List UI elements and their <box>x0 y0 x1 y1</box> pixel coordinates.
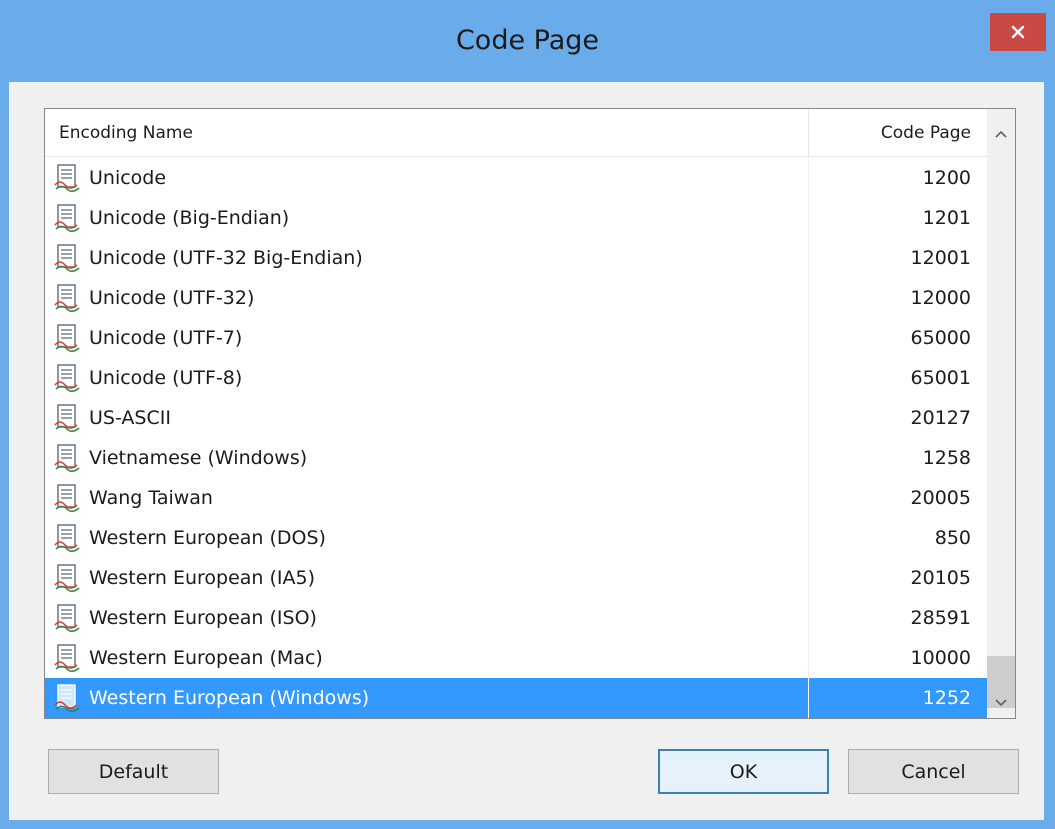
encoding-name-cell: Western European (Mac) <box>45 638 809 678</box>
code-page-cell: 1201 <box>922 207 971 229</box>
encoding-document-icon <box>53 483 83 513</box>
table-row-selected[interactable]: Western European (Windows) 1252 <box>45 678 987 718</box>
close-icon <box>1011 25 1025 39</box>
dialog-body: Encoding Name Code Page Unicode 1200 Unic… <box>9 82 1044 820</box>
code-page-cell: 65001 <box>910 367 971 389</box>
code-page-cell: 1200 <box>922 167 971 189</box>
code-page-cell: 20105 <box>910 567 971 589</box>
encoding-name-cell: Western European (IA5) <box>45 558 809 598</box>
list-header: Encoding Name Code Page <box>45 109 987 157</box>
encoding-name-text: Western European (Windows) <box>89 687 370 709</box>
encoding-name-column-header[interactable]: Encoding Name <box>45 109 809 157</box>
table-row[interactable]: Western European (DOS) 850 <box>45 518 987 558</box>
encoding-document-icon <box>53 563 83 593</box>
encoding-name-cell: US-ASCII <box>45 398 809 438</box>
encoding-name-text: Unicode (UTF-8) <box>89 367 243 389</box>
encoding-list[interactable]: Encoding Name Code Page Unicode 1200 Unic… <box>44 108 1016 719</box>
encoding-document-icon <box>53 163 83 193</box>
encoding-name-cell: Unicode (UTF-32 Big-Endian) <box>45 238 809 278</box>
encoding-name-cell: Unicode (UTF-7) <box>45 318 809 358</box>
encoding-name-cell: Unicode <box>45 158 809 198</box>
encoding-document-icon <box>53 283 83 313</box>
encoding-name-cell: Western European (Windows) <box>45 678 809 718</box>
vertical-scrollbar[interactable] <box>987 109 1015 718</box>
encoding-name-text: Western European (IA5) <box>89 567 316 589</box>
encoding-name-cell: Unicode (UTF-8) <box>45 358 809 398</box>
code-page-cell: 1252 <box>922 687 971 709</box>
encoding-document-icon <box>53 403 83 433</box>
encoding-name-cell: Unicode (Big-Endian) <box>45 198 809 238</box>
table-row[interactable]: Vietnamese (Windows) 1258 <box>45 438 987 478</box>
encoding-name-text: US-ASCII <box>89 407 171 429</box>
encoding-name-text: Unicode (UTF-32) <box>89 287 255 309</box>
code-page-cell: 10000 <box>910 647 971 669</box>
encoding-name-cell: Western European (DOS) <box>45 518 809 558</box>
encoding-name-cell: Wang Taiwan <box>45 478 809 518</box>
scroll-down-button[interactable] <box>987 688 1015 718</box>
ok-button[interactable]: OK <box>658 749 829 794</box>
table-row[interactable]: Unicode 1200 <box>45 158 987 198</box>
scroll-up-button[interactable] <box>987 119 1015 149</box>
code-page-cell: 1258 <box>922 447 971 469</box>
table-row[interactable]: Western European (ISO) 28591 <box>45 598 987 638</box>
encoding-name-text: Western European (ISO) <box>89 607 317 629</box>
code-page-cell: 20005 <box>910 487 971 509</box>
chevron-down-icon <box>995 699 1007 707</box>
encoding-name-text: Unicode (UTF-32 Big-Endian) <box>89 247 363 269</box>
encoding-document-icon <box>53 443 83 473</box>
encoding-document-icon <box>53 243 83 273</box>
encoding-document-icon <box>53 683 83 713</box>
encoding-name-text: Unicode (UTF-7) <box>89 327 243 349</box>
code-page-column-header[interactable]: Code Page <box>810 109 987 157</box>
encoding-name-text: Western European (Mac) <box>89 647 323 669</box>
table-row[interactable]: Western European (IA5) 20105 <box>45 558 987 598</box>
encoding-name-cell: Vietnamese (Windows) <box>45 438 809 478</box>
table-row[interactable]: Unicode (Big-Endian) 1201 <box>45 198 987 238</box>
cancel-button[interactable]: Cancel <box>848 749 1019 794</box>
code-page-cell: 28591 <box>910 607 971 629</box>
table-row[interactable]: Western European (Mac) 10000 <box>45 638 987 678</box>
close-button[interactable] <box>990 13 1046 51</box>
encoding-document-icon <box>53 203 83 233</box>
encoding-name-cell: Unicode (UTF-32) <box>45 278 809 318</box>
table-row[interactable]: US-ASCII 20127 <box>45 398 987 438</box>
chevron-up-icon <box>995 130 1007 138</box>
encoding-document-icon <box>53 603 83 633</box>
code-page-dialog: Code Page Encoding Name Code Page Unicod… <box>0 0 1055 829</box>
encoding-name-text: Vietnamese (Windows) <box>89 447 308 469</box>
code-page-cell: 20127 <box>910 407 971 429</box>
title-bar[interactable]: Code Page <box>0 0 1055 82</box>
encoding-name-text: Unicode (Big-Endian) <box>89 207 290 229</box>
code-page-cell: 850 <box>934 527 971 549</box>
encoding-name-text: Unicode <box>89 167 167 189</box>
encoding-name-text: Western European (DOS) <box>89 527 326 549</box>
table-row[interactable]: Unicode (UTF-7) 65000 <box>45 318 987 358</box>
dialog-title: Code Page <box>455 25 600 56</box>
table-row[interactable]: Unicode (UTF-32) 12000 <box>45 278 987 318</box>
default-button[interactable]: Default <box>48 749 219 794</box>
encoding-name-text: Wang Taiwan <box>89 487 213 509</box>
table-row[interactable]: Unicode (UTF-32 Big-Endian) 12001 <box>45 238 987 278</box>
code-page-cell: 65000 <box>910 327 971 349</box>
code-page-cell: 12001 <box>910 247 971 269</box>
encoding-document-icon <box>53 643 83 673</box>
encoding-document-icon <box>53 363 83 393</box>
table-row[interactable]: Wang Taiwan 20005 <box>45 478 987 518</box>
encoding-document-icon <box>53 523 83 553</box>
code-page-cell: 12000 <box>910 287 971 309</box>
table-row[interactable]: Unicode (UTF-8) 65001 <box>45 358 987 398</box>
encoding-document-icon <box>53 323 83 353</box>
encoding-name-cell: Western European (ISO) <box>45 598 809 638</box>
